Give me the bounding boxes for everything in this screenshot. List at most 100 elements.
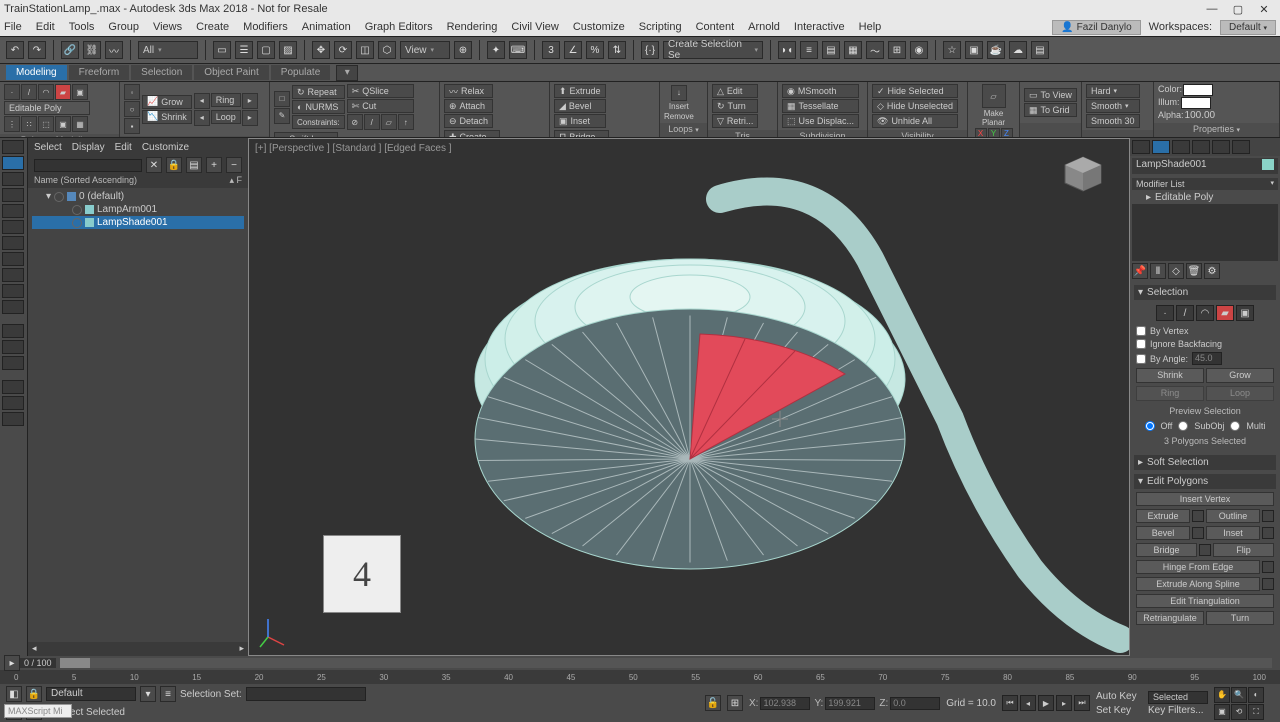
con-edge-icon[interactable]: /: [364, 114, 380, 130]
viewcube[interactable]: [1059, 153, 1107, 195]
close-button[interactable]: ✕: [1252, 3, 1276, 16]
se-icon-3[interactable]: [2, 172, 24, 186]
so-polygon-icon[interactable]: ▰: [1216, 305, 1234, 321]
layers-icon[interactable]: ▤: [822, 41, 840, 59]
layer-explorer-icon[interactable]: ▦: [844, 41, 862, 59]
se-column-name[interactable]: Name (Sorted Ascending): [34, 175, 137, 187]
bridge-settings-icon[interactable]: [1199, 544, 1211, 556]
tree-root[interactable]: ▾0 (default): [32, 190, 244, 203]
edge-mode-icon[interactable]: /: [21, 84, 37, 100]
smooth-btn[interactable]: Smooth ▾: [1086, 99, 1140, 113]
se-icon-4[interactable]: [2, 188, 24, 202]
viewport[interactable]: [+] [Perspective ] [Standard ] [Edged Fa…: [248, 138, 1130, 656]
edit-tri-button[interactable]: Edit Triangulation: [1136, 594, 1274, 608]
loop-shift-l-icon[interactable]: ◂: [194, 110, 210, 126]
turn-button[interactable]: Turn: [1206, 611, 1274, 625]
preview-subobj-radio[interactable]: [1178, 421, 1188, 431]
render-online-icon[interactable]: ☁: [1009, 41, 1027, 59]
menu-grapheditors[interactable]: Graph Editors: [365, 21, 433, 33]
insert-vertex-button[interactable]: Insert Vertex: [1136, 492, 1274, 506]
object-color-swatch[interactable]: [1262, 159, 1274, 170]
create-button[interactable]: ✚ Create: [444, 130, 500, 138]
by-angle-check[interactable]: [1136, 354, 1146, 364]
to-view-btn[interactable]: ▭ To View: [1024, 88, 1077, 102]
show-result-icon[interactable]: Ⅱ: [1150, 263, 1166, 279]
se-icon-8[interactable]: [2, 252, 24, 266]
bevel-settings-icon[interactable]: [1192, 527, 1204, 539]
group-properties[interactable]: Properties ▾: [1154, 123, 1279, 137]
modifier-stack[interactable]: ▸Editable Poly: [1132, 191, 1278, 261]
se-icon-2[interactable]: [2, 156, 24, 170]
move-icon[interactable]: ✥: [312, 41, 330, 59]
illum-swatch[interactable]: [1181, 97, 1211, 109]
panel-create-icon[interactable]: [1132, 140, 1150, 154]
unhide-btn[interactable]: 👁 Unhide All: [872, 114, 958, 128]
group-subdivision[interactable]: Subdivision: [778, 130, 867, 138]
loop-button[interactable]: Loop: [211, 110, 241, 124]
outline-button[interactable]: Outline: [1206, 509, 1260, 523]
snap-3-icon[interactable]: 3: [542, 41, 560, 59]
se-column-f[interactable]: F: [237, 175, 243, 185]
nav-max-icon[interactable]: ⛶: [1248, 704, 1264, 720]
tab-freeform[interactable]: Freeform: [69, 65, 130, 80]
x-coord-field[interactable]: 102.938: [760, 697, 810, 710]
mirror-icon[interactable]: ◗◖: [778, 41, 796, 59]
group-visibility[interactable]: Visibility: [868, 130, 967, 138]
remove-label[interactable]: Remove: [664, 112, 694, 121]
nav-fov-icon[interactable]: ◐: [1248, 687, 1264, 703]
layer-dropdown[interactable]: Default: [46, 687, 136, 701]
use-center-icon[interactable]: ⊕: [454, 41, 472, 59]
to-grid-btn[interactable]: ▦ To Grid: [1024, 103, 1077, 117]
nav-zoom-ext-icon[interactable]: ▣: [1214, 704, 1230, 720]
nav-pan-icon[interactable]: ✋: [1214, 687, 1230, 703]
insert-loop-icon[interactable]: ↓: [671, 85, 687, 101]
ring-button[interactable]: Ring: [211, 93, 241, 107]
repeat-button[interactable]: ↻ Repeat: [292, 85, 345, 99]
filter-dropdown[interactable]: All: [138, 41, 198, 59]
percent-snap-icon[interactable]: %: [586, 41, 604, 59]
se-icon-10[interactable]: [2, 284, 24, 298]
hide-unsel-btn[interactable]: ◇ Hide Unselected: [872, 99, 958, 113]
con-normal-icon[interactable]: ↑: [398, 114, 414, 130]
nurms-toggle[interactable]: ◐ NURMS: [292, 100, 345, 114]
menu-animation[interactable]: Animation: [302, 21, 351, 33]
se-icon-11[interactable]: [2, 300, 24, 314]
hide-sel-btn[interactable]: ✓ Hide Selected: [872, 84, 958, 98]
tree-lampshade[interactable]: LampShade001: [32, 216, 244, 229]
se-clear-icon[interactable]: ✕: [146, 157, 162, 173]
se-lock-icon[interactable]: 🔒: [166, 157, 182, 173]
maximize-button[interactable]: ▢: [1226, 3, 1250, 16]
workspace-dropdown[interactable]: Default ▾: [1220, 20, 1276, 35]
se-icon-17[interactable]: [2, 412, 24, 426]
tessellate-btn[interactable]: ▦ Tessellate: [782, 99, 859, 113]
bridge-btn[interactable]: ∏ Bridge: [554, 130, 609, 138]
extrude-settings-icon[interactable]: [1192, 510, 1204, 522]
menu-help[interactable]: Help: [859, 21, 882, 33]
menu-arnold[interactable]: Arnold: [748, 21, 780, 33]
se-icon-5[interactable]: [2, 204, 24, 218]
modifier-list-dropdown[interactable]: Modifier List ▾: [1132, 178, 1278, 190]
se-view-icon[interactable]: ▤: [186, 157, 202, 173]
make-unique-icon[interactable]: ◇: [1168, 263, 1184, 279]
edit-tri-btn[interactable]: △ Edit: [712, 84, 758, 98]
menu-edit[interactable]: Edit: [36, 21, 55, 33]
menu-content[interactable]: Content: [696, 21, 735, 33]
selset-icon[interactable]: ≡: [160, 686, 176, 702]
se-menu-customize[interactable]: Customize: [142, 142, 189, 153]
msmooth-btn[interactable]: ◉ MSmooth: [782, 84, 859, 98]
se-add-icon[interactable]: +: [206, 157, 222, 173]
menu-rendering[interactable]: Rendering: [447, 21, 498, 33]
hinge-button[interactable]: Hinge From Edge: [1136, 560, 1260, 574]
render-icon[interactable]: ☕: [987, 41, 1005, 59]
group-tris[interactable]: Tris: [708, 130, 777, 138]
key-target-dropdown[interactable]: Selected: [1148, 691, 1208, 704]
select-name-icon[interactable]: ☰: [235, 41, 253, 59]
grow-button[interactable]: 📈 Grow: [142, 95, 192, 109]
spinner-snap-icon[interactable]: ⇅: [608, 41, 626, 59]
menu-create[interactable]: Create: [196, 21, 229, 33]
tweak-icon[interactable]: ✎: [274, 108, 290, 124]
preview-multi-radio[interactable]: [1230, 421, 1240, 431]
nav-orbit-icon[interactable]: ⟲: [1231, 704, 1247, 720]
by-angle-value[interactable]: 45.0: [1192, 352, 1222, 365]
menu-scripting[interactable]: Scripting: [639, 21, 682, 33]
